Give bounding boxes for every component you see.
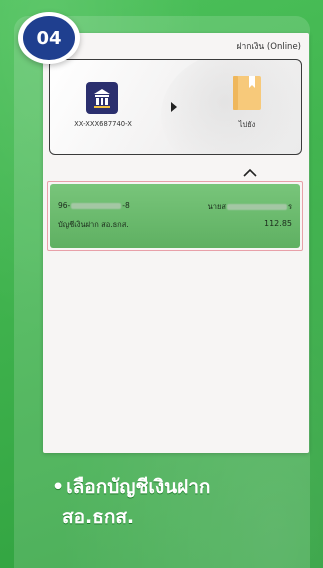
- account-number: 96- -8: [58, 201, 130, 210]
- holder-name-suffix: ร: [287, 202, 292, 211]
- transfer-summary: XX-XXX687740-X ไปยัง: [49, 59, 302, 155]
- account-type: บัญชีเงินฝาก สอ.ธกส.: [58, 220, 129, 229]
- screen-title: ฝากเงิน (Online): [236, 42, 301, 52]
- account-list-item[interactable]: 96- -8 นายส ร บัญชีเงินฝาก สอ.ธกส. 112.85: [47, 181, 303, 251]
- caption-line-2: สอ.ธกส.: [62, 506, 135, 528]
- phone-screen: ฝากเงิน (Online) XX-XXX687740-X ไปยัง 96…: [43, 33, 309, 453]
- account-holder-name: นายส ร: [208, 201, 292, 213]
- arrow-right-icon: [171, 102, 177, 112]
- baac-logo-icon: [86, 82, 118, 114]
- masked-name: [226, 204, 287, 210]
- destination-label[interactable]: ไปยัง: [222, 119, 272, 131]
- account-balance: 112.85: [264, 219, 292, 228]
- book-icon[interactable]: [233, 76, 261, 110]
- masked-digits: [71, 203, 122, 209]
- chevron-up-icon[interactable]: [242, 163, 258, 177]
- account-number-prefix: 96-: [58, 201, 71, 210]
- step-badge: 04: [18, 12, 80, 64]
- from-account-number: XX-XXX687740-X: [74, 120, 132, 128]
- decorative-swirl: [161, 60, 301, 154]
- selected-account-card[interactable]: 96- -8 นายส ร บัญชีเงินฝาก สอ.ธกส. 112.85: [50, 184, 300, 248]
- holder-name-prefix: นายส: [207, 202, 226, 211]
- account-number-suffix: -8: [122, 201, 130, 210]
- instruction-caption: • เลือกบัญชีเงินฝาก สอ.ธกส.: [52, 472, 282, 532]
- caption-bullet: •: [52, 476, 65, 498]
- caption-line-1: เลือกบัญชีเงินฝาก: [66, 476, 211, 498]
- step-number: 04: [23, 16, 75, 60]
